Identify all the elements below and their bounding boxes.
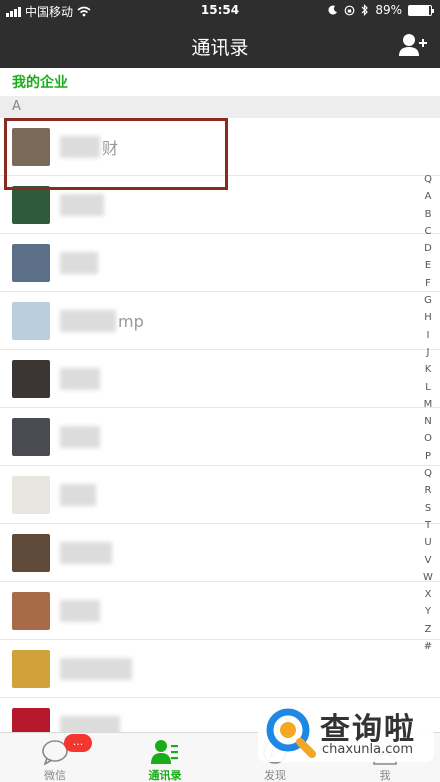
tab-chats[interactable]: ... 微信 <box>0 733 110 782</box>
name-blur <box>60 484 96 506</box>
name-blur <box>60 252 98 274</box>
contact-name <box>60 657 134 681</box>
page-title: 通讯录 <box>191 37 249 59</box>
avatar <box>12 476 50 514</box>
avatar <box>12 418 50 456</box>
index-letter[interactable]: J <box>427 344 430 361</box>
contact-row[interactable] <box>0 350 440 408</box>
name-blur <box>60 600 100 622</box>
section-header-a: A <box>0 96 440 118</box>
tab-contacts[interactable]: 通讯录 <box>110 733 220 782</box>
index-letter[interactable]: T <box>425 517 431 534</box>
contact-list: 财 mp <box>0 118 440 756</box>
name-blur <box>60 658 132 680</box>
moon-icon <box>328 5 338 15</box>
index-letter[interactable]: M <box>424 396 433 413</box>
alphabet-index-bar[interactable]: Q A B C D E F G H I J K L M N O P Q R S T U V W X Y Z # <box>422 171 434 655</box>
battery-fill <box>409 5 429 15</box>
index-letter[interactable]: W <box>423 569 433 586</box>
contact-name <box>60 483 98 507</box>
name-blur <box>60 194 104 216</box>
contacts-icon <box>151 740 178 764</box>
tab-chats-label: 微信 <box>44 769 66 782</box>
index-letter[interactable]: R <box>425 482 432 499</box>
magnifier-logo-icon <box>266 708 316 758</box>
index-letter[interactable]: U <box>424 534 431 551</box>
index-letter[interactable]: N <box>424 413 431 430</box>
index-letter[interactable]: D <box>424 240 432 257</box>
add-contact-icon[interactable] <box>398 32 428 58</box>
contact-row[interactable] <box>0 408 440 466</box>
index-letter[interactable]: O <box>424 430 432 447</box>
tab-discover-label: 发现 <box>264 769 286 782</box>
tab-contacts-label: 通讯录 <box>148 769 182 782</box>
index-letter[interactable]: Q <box>424 465 432 482</box>
index-letter[interactable]: G <box>424 292 432 309</box>
avatar <box>12 592 50 630</box>
contact-name <box>60 541 114 565</box>
contact-row[interactable] <box>0 466 440 524</box>
index-letter[interactable]: # <box>424 638 432 655</box>
highlight-box <box>4 118 228 190</box>
index-letter[interactable]: E <box>425 257 431 274</box>
avatar <box>12 244 50 282</box>
index-letter[interactable]: Z <box>425 621 432 638</box>
index-letter[interactable]: F <box>425 275 431 292</box>
avatar <box>12 534 50 572</box>
nav-bar: 通讯录 <box>0 22 440 68</box>
status-right: 89% <box>328 3 434 17</box>
contact-name <box>60 251 100 275</box>
index-letter[interactable]: Q <box>424 171 432 188</box>
watermark-url: chaxunla.com <box>322 742 413 757</box>
index-letter[interactable]: H <box>424 309 432 326</box>
avatar <box>12 360 50 398</box>
name-blur <box>60 426 100 448</box>
index-letter[interactable]: V <box>425 552 432 569</box>
index-letter[interactable]: I <box>427 327 430 344</box>
status-bar: 中国移动 15:54 89% <box>0 0 440 22</box>
contact-row[interactable] <box>0 524 440 582</box>
index-letter[interactable]: A <box>425 188 432 205</box>
contact-name <box>60 599 102 623</box>
name-blur <box>60 368 100 390</box>
battery-icon <box>408 4 434 16</box>
index-letter[interactable]: B <box>425 206 432 223</box>
contact-name <box>60 193 106 217</box>
index-letter[interactable]: L <box>425 379 431 396</box>
avatar <box>12 650 50 688</box>
index-letter[interactable]: P <box>425 448 431 465</box>
contact-row[interactable] <box>0 234 440 292</box>
unread-badge: ... <box>64 734 92 752</box>
index-letter[interactable]: S <box>425 500 431 517</box>
contact-name: mp <box>60 309 144 333</box>
contact-row[interactable] <box>0 582 440 640</box>
rotation-lock-icon <box>344 5 355 15</box>
avatar <box>12 186 50 224</box>
name-blur <box>60 310 116 332</box>
contact-row[interactable] <box>0 640 440 698</box>
tab-me-label: 我 <box>379 769 391 782</box>
index-letter[interactable]: X <box>425 586 432 603</box>
contact-name <box>60 367 102 391</box>
my-enterprise-link[interactable]: 我的企业 <box>0 68 440 96</box>
contact-name <box>60 425 102 449</box>
index-letter[interactable]: C <box>425 223 432 240</box>
avatar <box>12 302 50 340</box>
index-letter[interactable]: K <box>425 361 432 378</box>
bluetooth-icon <box>361 4 369 16</box>
name-blur <box>60 542 112 564</box>
contact-name-text: mp <box>118 311 144 331</box>
contact-row[interactable]: mp <box>0 292 440 350</box>
battery-percent: 89% <box>375 3 402 17</box>
index-letter[interactable]: Y <box>425 603 431 620</box>
watermark: 查询啦 chaxunla.com <box>258 700 434 762</box>
